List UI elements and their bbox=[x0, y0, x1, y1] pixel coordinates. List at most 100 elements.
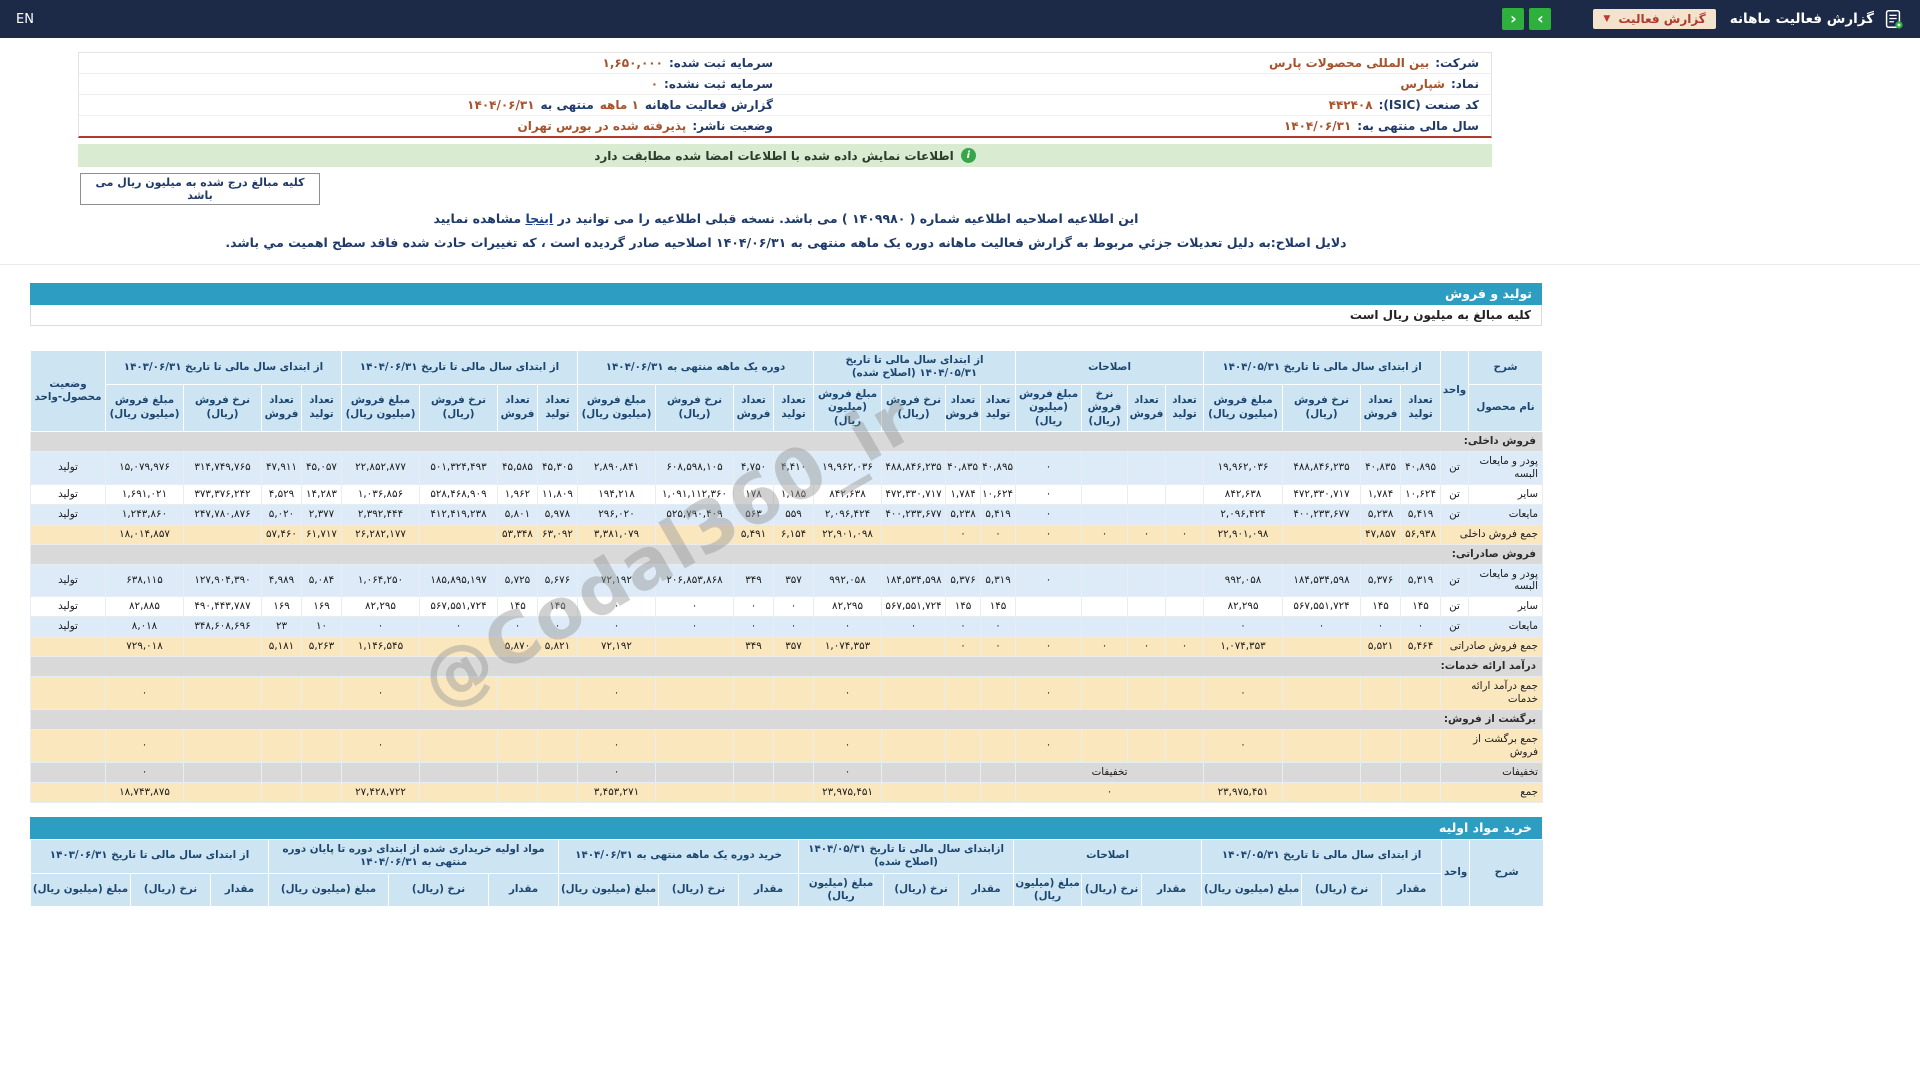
table-cell bbox=[1081, 450, 1129, 485]
column-header: مقدار bbox=[1141, 872, 1203, 908]
table-cell: ۰ bbox=[1400, 616, 1442, 638]
status-cell: تولید bbox=[30, 563, 106, 598]
amendment-line-2: دلایل اصلاح:به دلیل تعدیلات جزئي مربوط ب… bbox=[225, 235, 1347, 250]
next-report-button[interactable]: › bbox=[1529, 8, 1552, 30]
table-cell: ۲۳,۹۷۵,۴۵۱ bbox=[813, 781, 883, 803]
previous-notice-link[interactable]: اینجا bbox=[525, 211, 553, 226]
table-cell bbox=[497, 676, 538, 711]
table-cell: ۵,۳۱۹ bbox=[980, 563, 1017, 598]
table-cell: ۶۳۸,۱۱۵ bbox=[105, 563, 184, 598]
table-cell bbox=[537, 781, 578, 803]
group-header: از ابتدای سال مالی تا تاریخ ۱۴۰۳/۰۶/۳۱ bbox=[105, 350, 342, 385]
table-cell: ۹۹۲,۰۵۸ bbox=[1203, 563, 1284, 598]
table-cell: ۰ bbox=[773, 616, 815, 638]
language-toggle-en[interactable]: EN bbox=[16, 12, 34, 27]
table-cell: ۸۲,۲۹۵ bbox=[1203, 596, 1284, 618]
table-cell: ۱۰,۶۲۴ bbox=[980, 483, 1017, 505]
table-cell bbox=[183, 636, 262, 658]
column-header: نرخ فروش (ریال) bbox=[1081, 383, 1129, 432]
table-cell bbox=[945, 781, 982, 803]
column-header: تعداد فروش bbox=[1127, 383, 1167, 432]
table-cell bbox=[733, 729, 775, 763]
chevron-down-icon: ▼ bbox=[1603, 14, 1611, 24]
table-cell: ۱۹۴,۲۱۸ bbox=[576, 483, 657, 505]
table-cell: ۰ bbox=[341, 616, 420, 638]
table-cell: ۰ bbox=[1203, 616, 1284, 638]
column-header: تعداد فروش bbox=[945, 383, 982, 432]
sales-table-body: فروش داخلی: پودر و مایعات البسه تن ۴۰,۸۹۵ ۴۰… bbox=[29, 430, 1544, 803]
company-info-cell-left: سرمایه ثبت نشده: ۰ bbox=[79, 74, 785, 94]
unit-cell: تن bbox=[1440, 596, 1470, 618]
table-cell bbox=[945, 729, 982, 763]
info-icon: i bbox=[960, 148, 976, 163]
group-header: خرید دوره یک ماهه منتهی به ۱۴۰۴/۰۶/۳۱ bbox=[558, 838, 800, 874]
section-row-label: فروش داخلی: bbox=[29, 430, 1544, 452]
table-cell: ۵,۱۸۱ bbox=[261, 636, 302, 658]
table-cell bbox=[341, 761, 420, 783]
table-cell: ۰ bbox=[1015, 450, 1083, 485]
table-cell: ۱,۱۸۵ bbox=[773, 483, 815, 505]
table-cell: ۰ bbox=[576, 596, 657, 618]
previous-report-button[interactable]: ‹ bbox=[1502, 8, 1525, 30]
table-cell: ۱,۷۸۴ bbox=[1360, 483, 1402, 505]
table-cell: ۳۴۹ bbox=[733, 636, 775, 658]
table-cell bbox=[773, 761, 815, 783]
unit-cell: تن bbox=[1440, 563, 1470, 598]
table-cell bbox=[1127, 563, 1167, 598]
report-type-dropdown[interactable]: گزارش فعالیت ▼ bbox=[1593, 9, 1716, 29]
table-cell: ۴۵,۵۸۵ bbox=[497, 450, 538, 485]
table-cell: ۱۶۹ bbox=[301, 596, 342, 618]
table-cell bbox=[1203, 761, 1284, 783]
column-header: تعداد تولید bbox=[537, 383, 578, 432]
table-cell bbox=[419, 636, 498, 658]
table-cell: ۳,۳۸۱,۰۷۹ bbox=[576, 523, 657, 545]
column-header: مبلغ فروش (میلیون ریال) bbox=[105, 383, 184, 432]
group-header: از ابتدای سال مالی تا تاریخ ۱۴۰۴/۰۵/۳۱ (… bbox=[813, 350, 1017, 385]
table-cell bbox=[1165, 450, 1205, 485]
table-cell: ۲۳ bbox=[261, 616, 302, 638]
status-cell: تولید bbox=[30, 596, 106, 618]
table-cell: ۱۷۸ bbox=[733, 483, 775, 505]
table-row: جمع فروش صادراتی ۵,۴۶۴ ۵,۵۲۱ ۱,۰۷۴,۳۵۳ ۰ ۰ ۰ ۰ ۰… bbox=[30, 636, 1544, 658]
table-cell: ۰ bbox=[1203, 676, 1284, 711]
table-cell: ۵,۴۱۹ bbox=[980, 503, 1017, 525]
purchase-table-header: شرح واحد از ابتدای سال مالی تا تاریخ ۱۴۰۴/… bbox=[29, 838, 1545, 908]
table-cell: ۱,۲۴۳,۸۶۰ bbox=[105, 503, 184, 525]
table-cell bbox=[301, 761, 342, 783]
table-row: سایر تن ۱۴۵ ۱۴۵ ۵۶۷,۵۵۱,۷۲۴ ۸۲,۲۹۵ ۱۴۵ ۱۴۵ ۵۶۷,۵… bbox=[30, 596, 1544, 618]
column-header: مبلغ (میلیون ریال) bbox=[558, 872, 660, 908]
table-cell: ۰ bbox=[1127, 523, 1167, 545]
table-cell: ۱۴,۲۸۳ bbox=[301, 483, 342, 505]
table-row: درآمد ارائه خدمات: bbox=[29, 656, 1544, 678]
group-header: دوره یک ماهه منتهی به ۱۴۰۴/۰۶/۳۱ bbox=[576, 350, 815, 385]
column-header: مقدار bbox=[738, 872, 800, 908]
table-cell: ۵,۰۲۰ bbox=[261, 503, 302, 525]
table-cell: ۰ bbox=[1015, 563, 1083, 598]
table-cell bbox=[183, 676, 262, 711]
table-cell: ۱۶۹ bbox=[261, 596, 302, 618]
product-name-cell: پودر و مایعات البسه bbox=[1468, 450, 1544, 485]
table-cell bbox=[881, 729, 947, 763]
table-cell bbox=[301, 676, 342, 711]
table-cell bbox=[1360, 781, 1402, 803]
column-header: نرخ (ریال) bbox=[1081, 872, 1143, 908]
table-cell: ۴۰۰,۲۳۳,۶۷۷ bbox=[1282, 503, 1362, 525]
amendment-line-1-pre: این اطلاعیه اصلاحیه اطلاعیه شماره ( ۱۴۰۹… bbox=[553, 211, 1139, 226]
table-cell bbox=[945, 761, 982, 783]
table-cell bbox=[1081, 676, 1129, 711]
table-cell: ۵,۳۷۶ bbox=[1360, 563, 1402, 598]
table-row: مایعات تن ۰ ۰ ۰ ۰ ۰ ۰ ۰ ۰ ۰ ۰ ۰ ۰ ۰ ۰ ۰ ۰ ۱۰ ۲۳ ۳۴۸,۶۰۸,۶۹۶ ۸… bbox=[30, 616, 1544, 638]
status-cell bbox=[30, 761, 106, 783]
table-cell bbox=[1165, 676, 1205, 711]
status-cell bbox=[30, 523, 106, 545]
company-field-value: پذیرفته شده در بورس تهران bbox=[517, 119, 687, 133]
status-cell: تولید bbox=[30, 450, 106, 485]
table-cell: ۳۴۹ bbox=[733, 563, 775, 598]
table-cell: ۰ bbox=[341, 676, 420, 711]
header-row-columns: مقدار نرخ (ریال) مبلغ (میلیون ریال) مقدار نر… bbox=[29, 872, 1544, 908]
table-cell: ۸۲,۲۹۵ bbox=[341, 596, 420, 618]
table-cell bbox=[1081, 563, 1129, 598]
table-cell: ۵,۶۷۶ bbox=[537, 563, 578, 598]
table-cell: ۵۰۱,۳۲۴,۴۹۳ bbox=[419, 450, 498, 485]
table-cell: ۷۲,۱۹۲ bbox=[576, 563, 657, 598]
